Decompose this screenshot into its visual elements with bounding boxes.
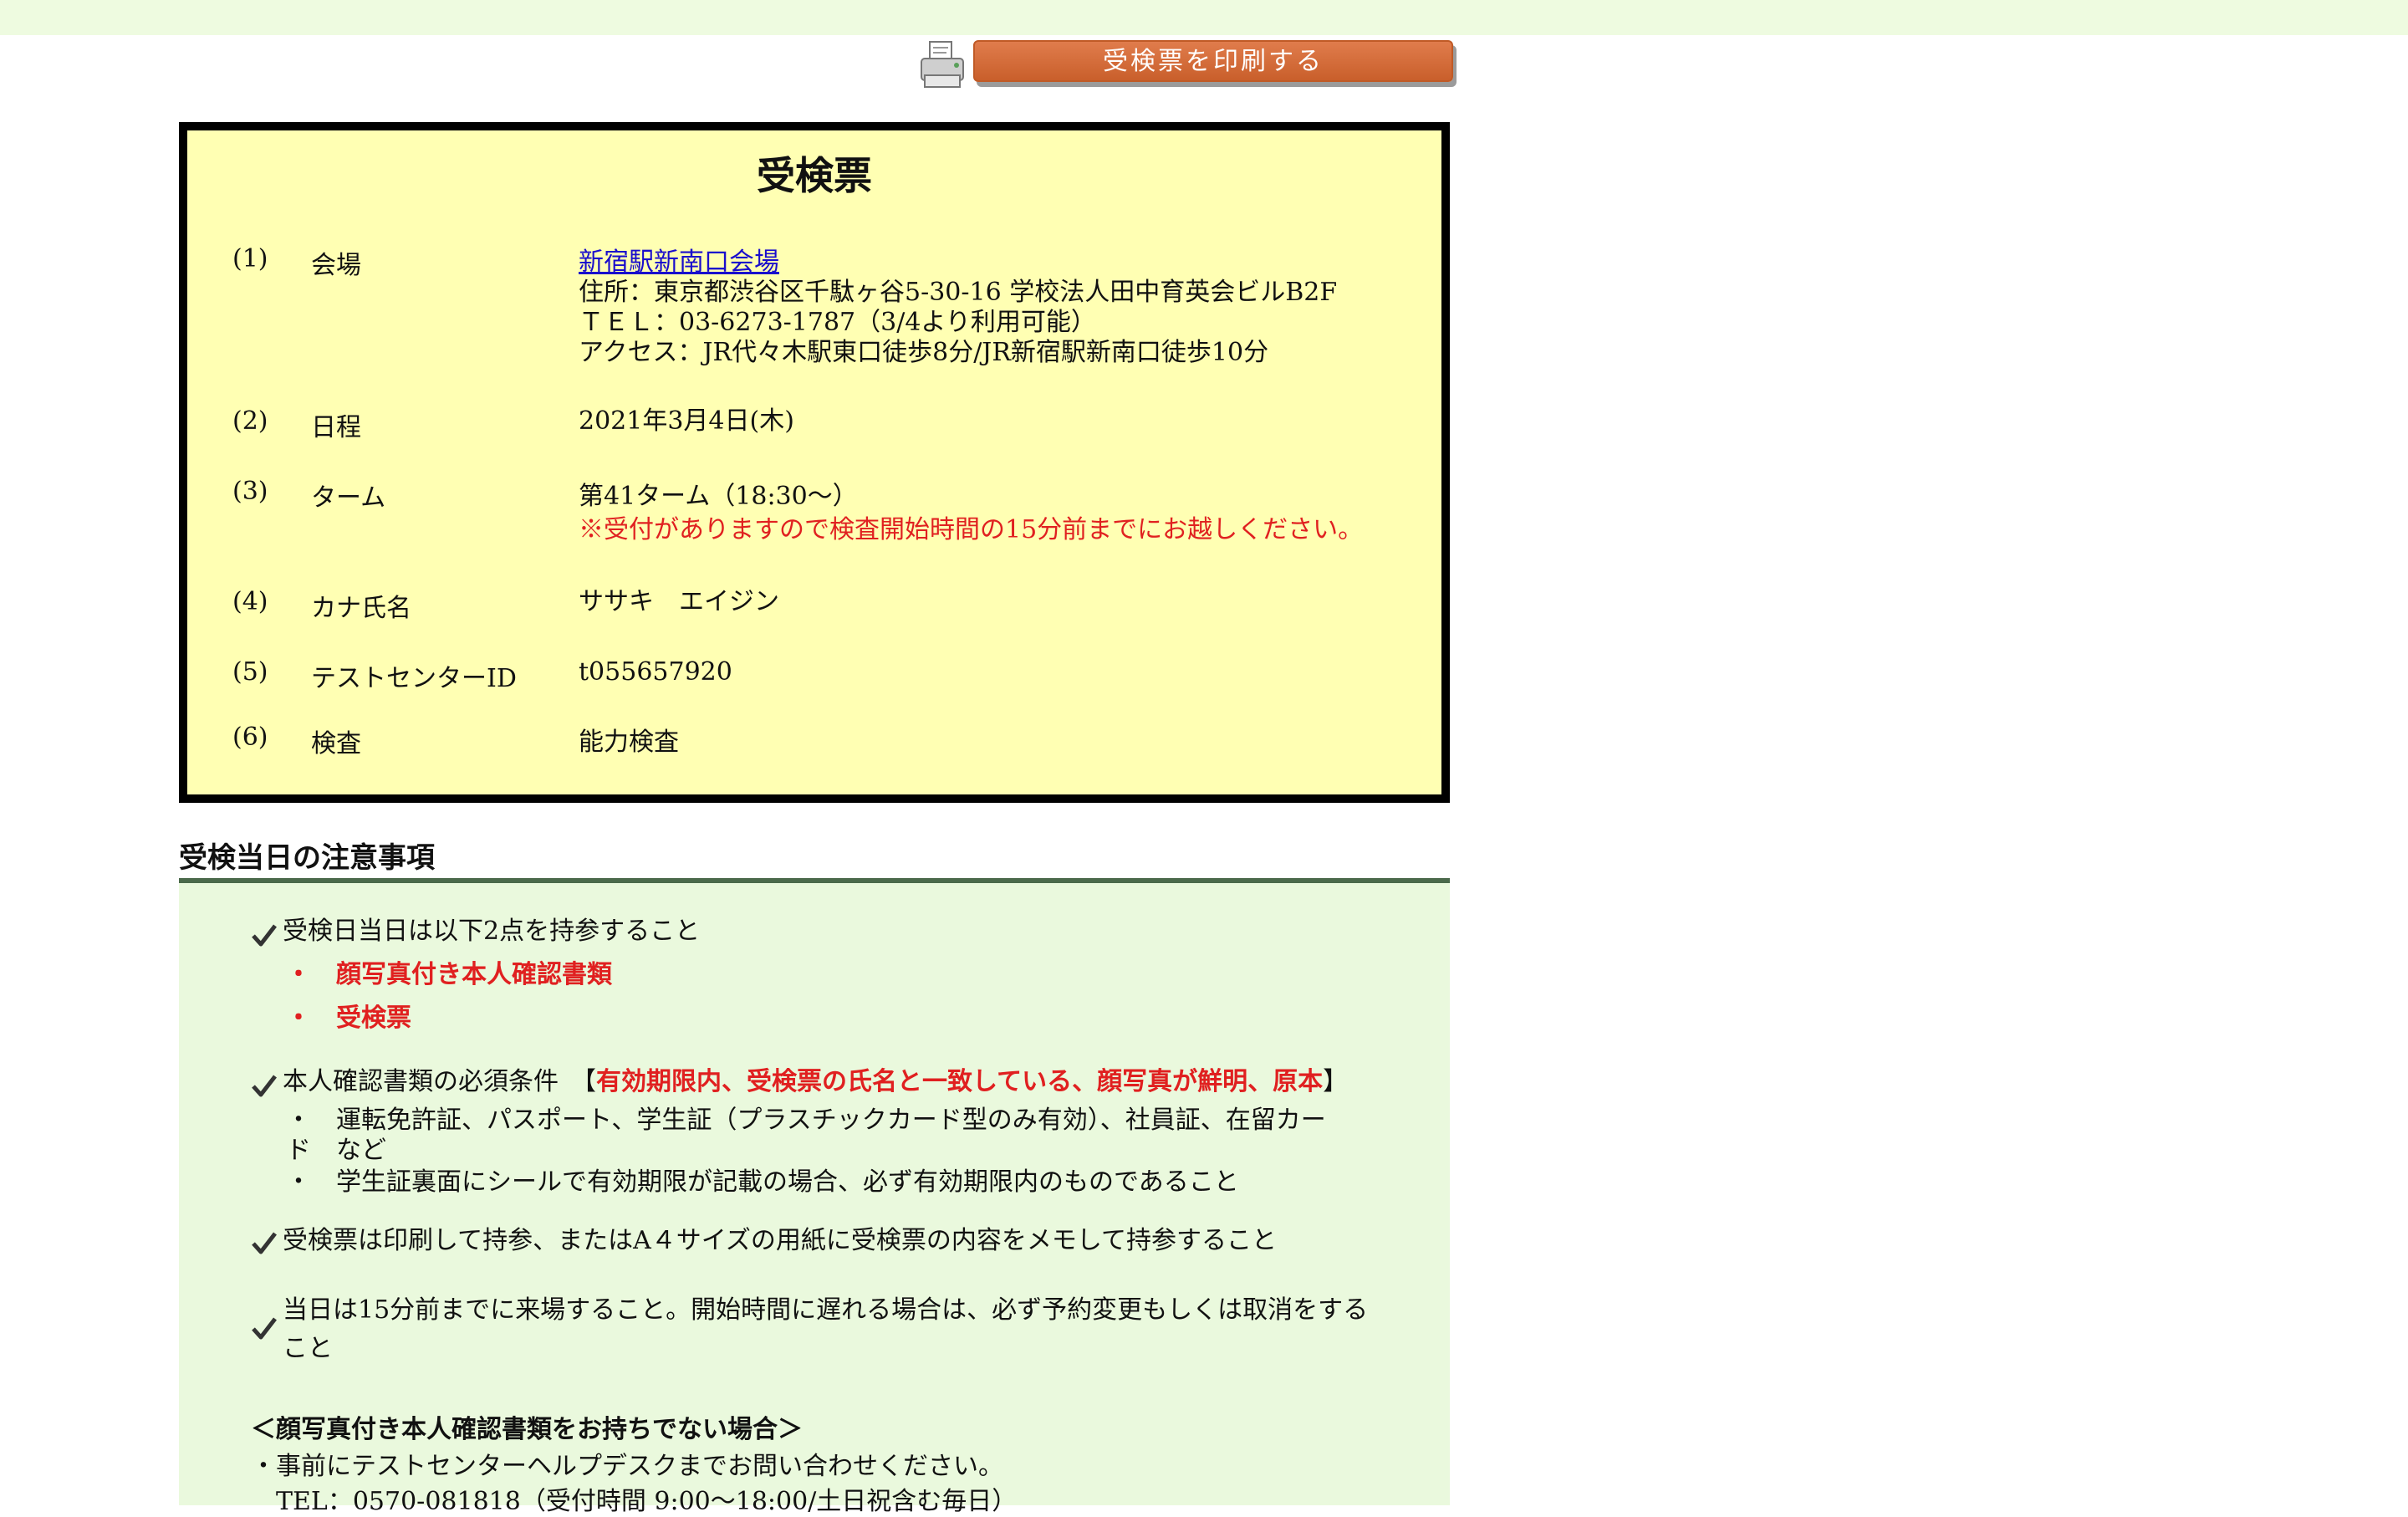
kana-name: ササキ エイジン (579, 587, 779, 616)
note-item-4: 当日は15分前までに来場すること。開始時間に遅れる場合は、必ず予約変更もしくは取… (283, 1291, 1368, 1368)
notes-heading: 受検当日の注意事項 (179, 841, 435, 875)
ticket-title: 受検票 (757, 153, 872, 198)
term-details: 第41ターム（18:30〜） ※受付がありますので検査開始時間の15分前までにお… (579, 478, 1363, 545)
check-icon (252, 1075, 277, 1097)
check-icon (252, 1232, 277, 1254)
check-icon (252, 1317, 277, 1340)
required-item: ・ 顔写真付き本人確認書類 (286, 960, 612, 989)
row-label: 検査 (311, 729, 361, 758)
row-label: 日程 (311, 413, 361, 442)
notes-box: 受検日当日は以下2点を持参すること ・ 顔写真付き本人確認書類 ・ 受検票 本人… (179, 883, 1450, 1516)
no-id-line1: ・事前にテストセンターヘルプデスクまでお問い合わせください。 (251, 1452, 1003, 1481)
required-item: ・ 受検票 (286, 1004, 411, 1033)
note-item-4-line1: 当日は15分前までに来場すること。開始時間に遅れる場合は、必ず予約変更もしくは取… (283, 1295, 1369, 1325)
venue-access: アクセス：JR代々木駅東口徒歩8分/JR新宿駅新南口徒歩10分 (579, 338, 1269, 367)
note-item-1: 受検日当日は以下2点を持参すること (283, 917, 701, 946)
venue-address: 住所：東京都渋谷区千駄ヶ谷5-30-16 学校法人田中育英会ビルB2F (579, 278, 1338, 307)
check-icon (252, 924, 277, 947)
row-number: (2) (232, 406, 268, 436)
row-label: ターム (311, 483, 386, 513)
test-center-id: t055657920 (579, 657, 732, 687)
top-bar (0, 0, 2408, 35)
row-number: (4) (232, 587, 268, 616)
print-ticket-button[interactable]: 受検票を印刷する (973, 40, 1453, 82)
no-id-line2: TEL：0570-081818（受付時間 9:00〜18:00/土日祝含む毎日） (251, 1487, 1018, 1516)
venue-tel: ＴＥＬ：03-6273-1787（3/4より利用可能） (579, 308, 1096, 337)
row-number: (6) (232, 723, 268, 752)
printer-icon[interactable] (918, 38, 968, 92)
note-item-2: 本人確認書類の必須条件 【有効期限内、受検票の氏名と一致している、顔写真が鮮明、… (283, 1067, 1348, 1097)
row-label: 会場 (311, 251, 361, 280)
print-area: 受検票を印刷する (918, 38, 1465, 92)
venue-details: 新宿駅新南口会場 住所：東京都渋谷区千駄ヶ谷5-30-16 学校法人田中育英会ビ… (579, 248, 1337, 368)
row-label: テストセンターID (311, 664, 517, 693)
exam-type: 能力検査 (579, 728, 679, 757)
row-number: (3) (232, 477, 268, 506)
id-examples-line1: ・ 運転免許証、パスポート、学生証（プラスチックカード型のみ有効）、社員証、在留… (286, 1106, 1326, 1135)
row-number: (1) (232, 244, 268, 273)
row-label: カナ氏名 (311, 594, 411, 623)
row-number: (5) (232, 657, 268, 687)
note-item-4-line2: こと (283, 1334, 333, 1363)
exam-term: 第41ターム（18:30〜） (579, 482, 858, 511)
student-id-note: ・ 学生証裏面にシールで有効期限が記載の場合、必ず有効期限内のものであること (286, 1167, 1239, 1197)
note-item-3: 受検票は印刷して持参、またはA４サイズの用紙に受検票の内容をメモして持参すること (283, 1226, 1277, 1255)
note-item-2-close: 】 (1323, 1067, 1349, 1096)
exam-date: 2021年3月4日(木) (579, 406, 794, 436)
exam-ticket: 受検票 (1) 会場 新宿駅新南口会場 住所：東京都渋谷区千駄ヶ谷5-30-16… (179, 122, 1450, 803)
no-id-heading: ＜顔写真付き本人確認書類をお持ちでない場合＞ (251, 1415, 803, 1444)
arrival-note: ※受付がありますので検査開始時間の15分前までにお越しください。 (579, 515, 1364, 544)
venue-link[interactable]: 新宿駅新南口会場 (579, 248, 1337, 278)
note-item-2-text: 本人確認書類の必須条件 【 (283, 1067, 596, 1096)
id-examples-line2: ド など (286, 1136, 386, 1165)
id-requirements: 有効期限内、受検票の氏名と一致している、顔写真が鮮明、原本 (596, 1067, 1324, 1096)
